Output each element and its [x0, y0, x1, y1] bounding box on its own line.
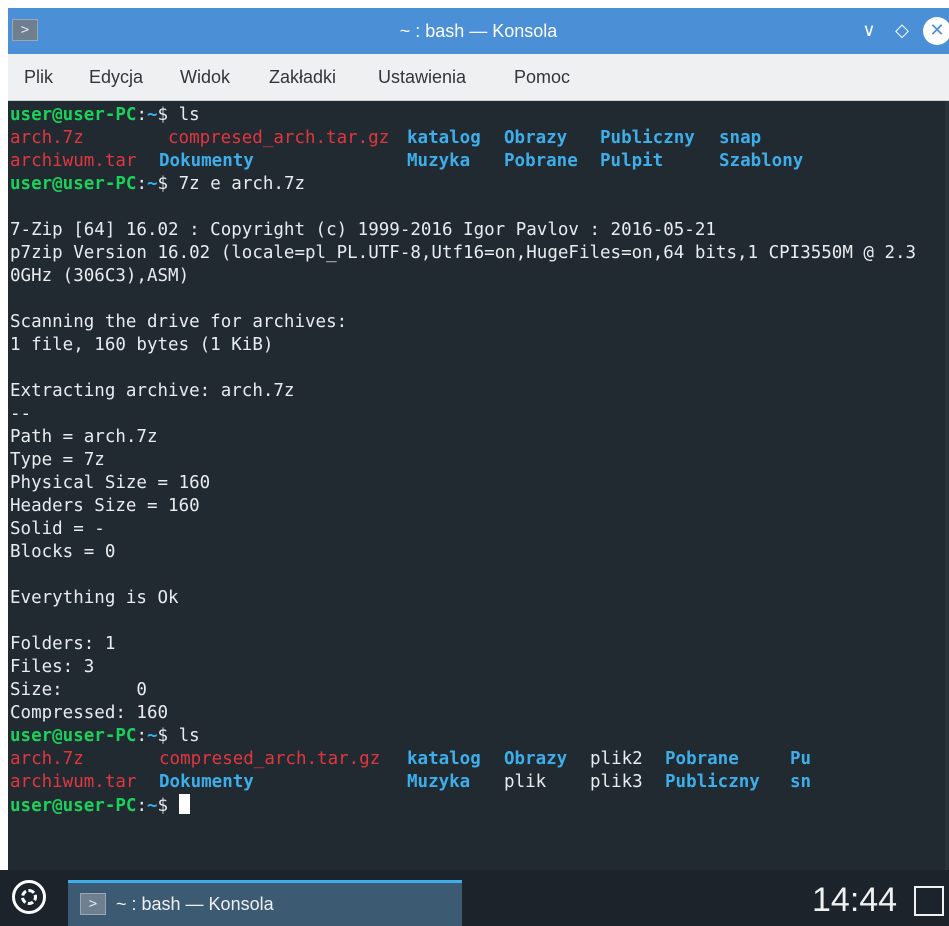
prompt-path: ~ [146, 174, 158, 194]
output-line: Size: 0 [10, 680, 147, 700]
ls-entry: Publiczny [600, 128, 695, 148]
taskbar: > ~ : bash — Konsola 14:44 [0, 870, 949, 926]
menu-plik[interactable]: Plik [24, 54, 53, 100]
prompt-path: ~ [146, 105, 158, 125]
clock[interactable]: 14:44 [812, 878, 897, 922]
ls-entry: plik2 [590, 749, 643, 769]
output-line: Type = 7z [10, 450, 105, 470]
window-title: ~ : bash — Konsola [399, 21, 558, 41]
prompt-path: ~ [146, 796, 158, 816]
command-text: ls [178, 105, 200, 125]
ls-entry: Muzyka [407, 151, 471, 171]
output-line: Headers Size = 160 [10, 496, 200, 516]
launcher-gear-icon [21, 889, 37, 905]
output-line: Physical Size = 160 [10, 473, 211, 493]
ls-entry: sn [790, 772, 812, 792]
prompt-user: user@user-PC [10, 105, 137, 125]
menu-pomoc[interactable]: Pomoc [514, 54, 570, 100]
show-desktop-icon[interactable] [914, 886, 944, 916]
ls-entry: snap [719, 128, 762, 148]
ls-entry: Pu [790, 749, 812, 769]
output-line: p7zip Version 16.02 (locale=pl_PL.UTF-8,… [10, 243, 917, 263]
terminal-line: user@user-PC:~$ ls [10, 726, 200, 746]
ls-entry: arch.7z [10, 128, 84, 148]
ls-entry: archiwum.tar [10, 151, 137, 171]
output-line: Blocks = 0 [10, 542, 116, 562]
ls-entry: katalog [407, 128, 481, 148]
output-line: Extracting archive: arch.7z [10, 381, 295, 401]
output-line: Everything is Ok [10, 588, 179, 608]
menu-edycja[interactable]: Edycja [89, 54, 143, 100]
minimize-button[interactable]: ∨ [855, 17, 883, 45]
terminal-line: user@user-PC:~$ [10, 794, 190, 817]
ls-entry: compresed_arch.tar.gz [159, 749, 381, 769]
ls-entry: Pulpit [600, 151, 664, 171]
ls-entry: katalog [407, 749, 481, 769]
command-text: 7z e arch.7z [178, 174, 306, 194]
close-button[interactable]: ✕ [923, 17, 949, 45]
ls-entry: plik3 [590, 772, 643, 792]
prompt-user: user@user-PC [10, 174, 137, 194]
taskbar-item-label: ~ : bash — Konsola [116, 894, 274, 914]
konsole-window: > ~ : bash — Konsola ∨ ◇ ✕ Plik Edycja W… [8, 8, 949, 870]
output-line: -- [10, 404, 32, 424]
application-launcher-icon[interactable] [12, 880, 46, 914]
ls-entry: Obrazy [504, 749, 568, 769]
prompt-user: user@user-PC [10, 726, 137, 746]
ls-entry: Muzyka [407, 772, 471, 792]
ls-entry: Pobrane [665, 749, 739, 769]
ls-entry: arch.7z [10, 749, 84, 769]
output-line: Solid = - [10, 519, 105, 539]
menu-zakladki[interactable]: Zakładki [269, 54, 336, 100]
output-line: Compressed: 160 [10, 703, 169, 723]
ls-entry: Publiczny [665, 772, 760, 792]
output-line: 0GHz (306C3),ASM) [10, 266, 190, 286]
taskbar-item-konsola[interactable]: > ~ : bash — Konsola [68, 880, 462, 926]
output-line: 7-Zip [64] 16.02 : Copyright (c) 1999-20… [10, 220, 716, 240]
title-bar[interactable]: > ~ : bash — Konsola ∨ ◇ ✕ [8, 8, 949, 54]
text-cursor [178, 794, 190, 814]
output-line: Scanning the drive for archives: [10, 312, 348, 332]
output-line: 1 file, 160 bytes (1 KiB) [10, 335, 274, 355]
ls-entry: plik [504, 772, 547, 792]
menu-bar: Plik Edycja Widok Zakładki Ustawienia Po… [8, 54, 949, 101]
ls-entry: Dokumenty [159, 772, 254, 792]
prompt-user: user@user-PC [10, 796, 137, 816]
command-text: ls [178, 726, 200, 746]
ls-entry: compresed_arch.tar.gz [168, 128, 390, 148]
menu-ustawienia[interactable]: Ustawienia [378, 54, 466, 100]
output-line: Files: 3 [10, 657, 95, 677]
terminal-icon: > [80, 893, 106, 915]
prompt-path: ~ [146, 726, 158, 746]
terminal-output[interactable]: user@user-PC:~$ ls arch.7z compresed_arc… [8, 101, 949, 870]
ls-entry: Szablony [719, 151, 804, 171]
menu-widok[interactable]: Widok [180, 54, 230, 100]
terminal-line: user@user-PC:~$ 7z e arch.7z [10, 174, 306, 194]
ls-entry: Pobrane [504, 151, 578, 171]
terminal-line: user@user-PC:~$ ls [10, 105, 200, 125]
output-line: Path = arch.7z [10, 427, 158, 447]
output-line: Folders: 1 [10, 634, 116, 654]
ls-entry: Dokumenty [159, 151, 254, 171]
maximize-button[interactable]: ◇ [888, 17, 916, 45]
terminal-scrollbar[interactable] [945, 101, 949, 870]
ls-entry: Obrazy [504, 128, 568, 148]
ls-entry: archiwum.tar [10, 772, 137, 792]
